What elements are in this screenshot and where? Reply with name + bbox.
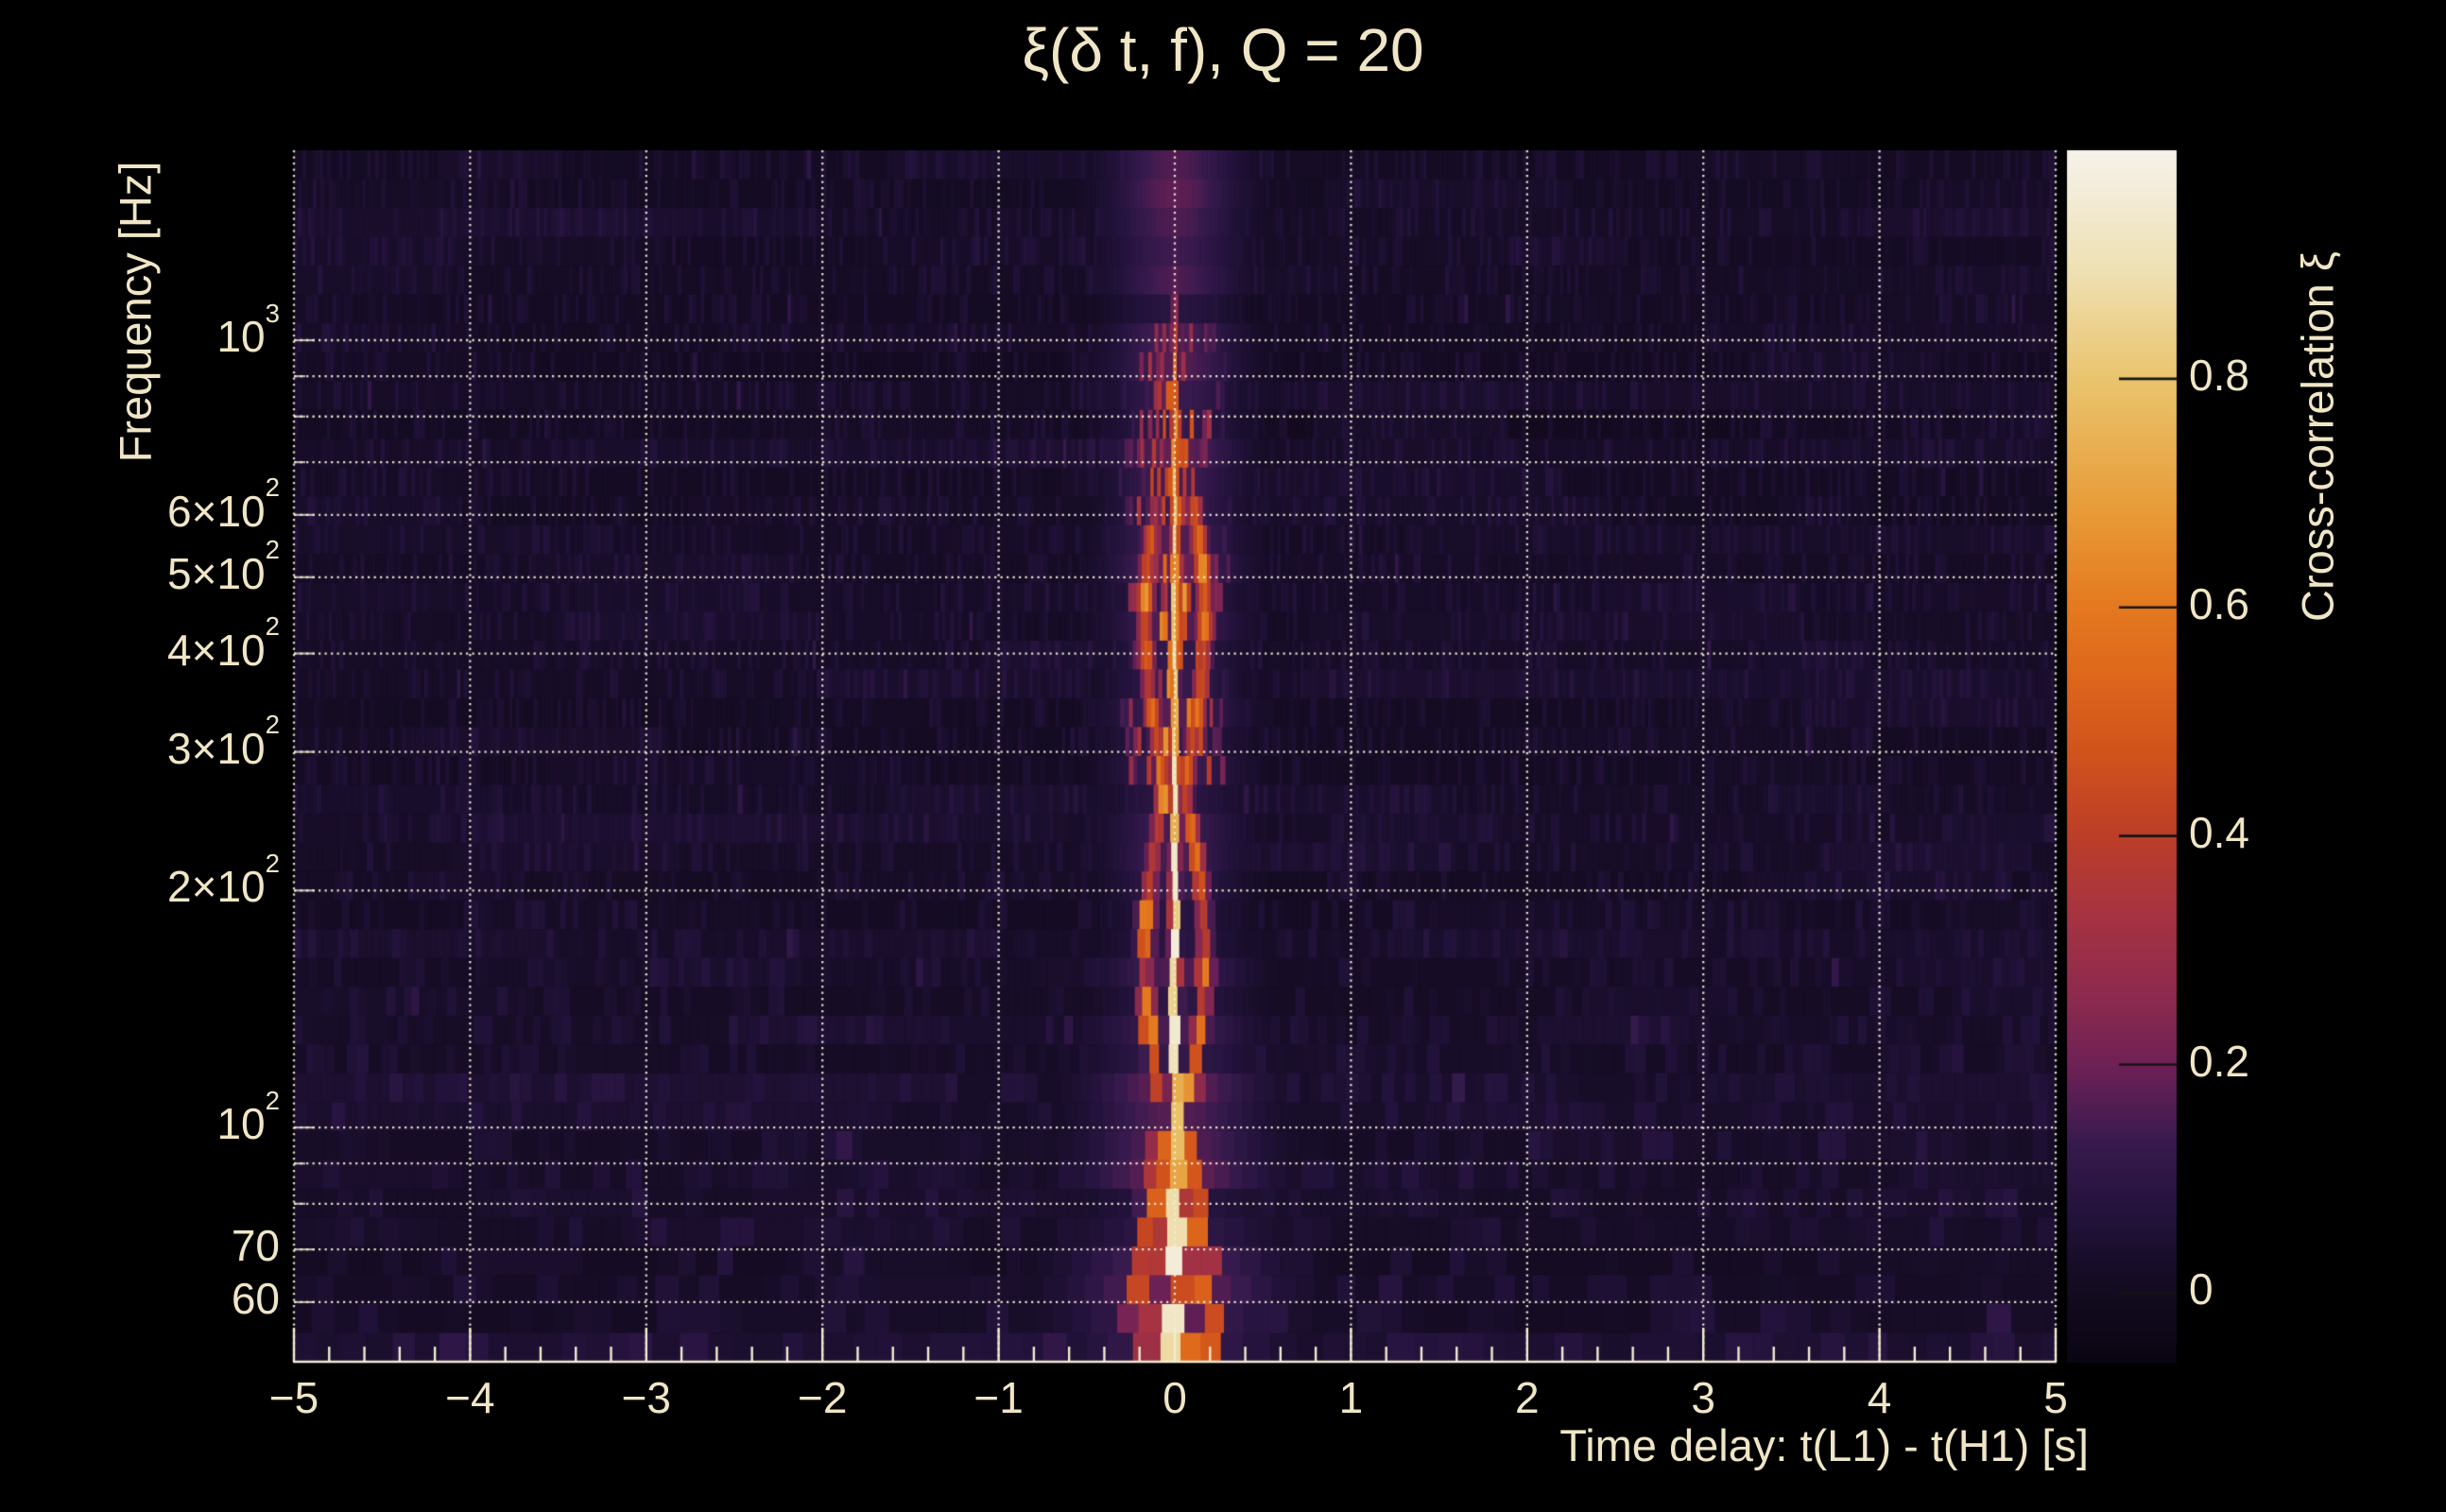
colorbar-tick-label: 0 [2189, 1264, 2213, 1314]
colorbar-tick-label: 0.6 [2189, 578, 2249, 628]
x-tick-label: 1 [1338, 1373, 1364, 1422]
x-tick-label: 3 [1691, 1373, 1715, 1422]
x-tick-label: 4 [1867, 1373, 1892, 1422]
colorbar-tick-label: 0.4 [2189, 807, 2249, 857]
colorbar-tick-label: 0.2 [2189, 1036, 2249, 1086]
x-axis-title: Time delay: t(L1) - t(H1) [s] [1559, 1420, 2089, 1470]
y-axis-title: Frequency [Hz] [110, 161, 161, 463]
y-tick-label: 70 [231, 1221, 280, 1271]
y-tick-label: 103 [216, 298, 280, 362]
y-tick-label: 5×102 [167, 535, 280, 598]
y-tick-label: 2×102 [167, 848, 280, 912]
x-tick-label: −4 [445, 1373, 495, 1422]
heatmap-canvas [0, 0, 2446, 1512]
x-tick-label: 2 [1515, 1373, 1540, 1422]
cross-correlation-spectrogram: ξ(δ t, f), Q = 20 Frequency [Hz] Time de… [0, 0, 2446, 1512]
x-tick-label: 5 [2043, 1373, 2068, 1422]
x-tick-label: −5 [268, 1373, 319, 1422]
x-tick-label: −3 [621, 1373, 672, 1422]
y-tick-label: 3×102 [167, 710, 280, 773]
chart-title: ξ(δ t, f), Q = 20 [1022, 16, 1424, 84]
x-tick-label: −1 [973, 1373, 1024, 1422]
colorbar-tick-label: 0.8 [2189, 350, 2249, 400]
x-tick-label: 0 [1163, 1373, 1187, 1422]
y-tick-label: 102 [216, 1085, 280, 1149]
x-tick-label: −2 [797, 1373, 848, 1422]
y-tick-label: 60 [231, 1273, 280, 1323]
y-tick-label: 4×102 [167, 611, 280, 675]
y-tick-label: 6×102 [167, 472, 280, 536]
colorbar-title: Cross-correlation ξ [2292, 251, 2343, 622]
